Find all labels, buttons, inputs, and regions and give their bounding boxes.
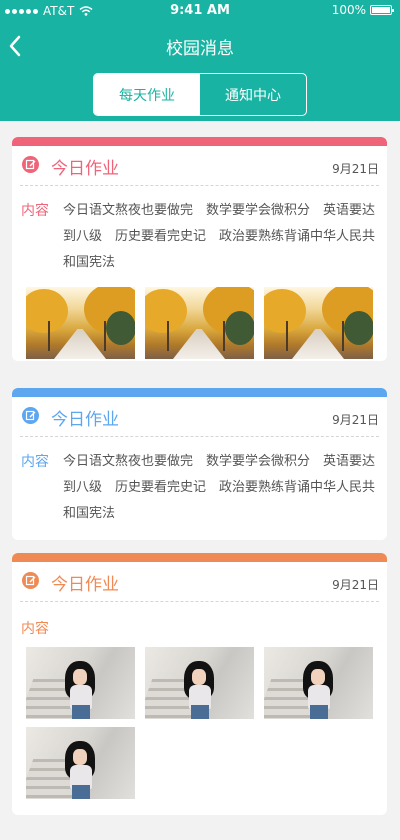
card-accent-bar xyxy=(12,553,387,562)
card-accent-bar xyxy=(12,388,387,397)
card-title: 今日作业 xyxy=(51,159,119,179)
header: AT&T 9:41 AM 100% 校园消息 每天作业 通知中心 xyxy=(0,0,400,121)
card-title: 今日作业 xyxy=(51,575,119,595)
battery-percent: 100% xyxy=(331,3,366,17)
content-label: 内容 xyxy=(21,454,49,470)
edit-icon xyxy=(22,156,39,173)
portrait-photo[interactable] xyxy=(145,647,254,719)
segmented-control: 每天作业 通知中心 xyxy=(93,73,307,116)
homework-card[interactable]: 今日作业 9月21日 内容 今日语文熬夜也要做完 数学要学会微积分 英语要达到八… xyxy=(12,388,387,540)
content-label: 内容 xyxy=(21,203,49,219)
portrait-photo[interactable] xyxy=(26,647,135,719)
card-date: 9月21日 xyxy=(332,413,379,427)
tab-daily-homework[interactable]: 每天作业 xyxy=(94,74,200,115)
card-accent-bar xyxy=(12,137,387,146)
homework-card[interactable]: 今日作业 9月21日 内容 今日语文熬夜也要做完 数学要学会微积分 英语要达到八… xyxy=(12,137,387,361)
edit-icon xyxy=(22,572,39,589)
content-label: 内容 xyxy=(21,621,49,637)
status-bar: AT&T 9:41 AM 100% xyxy=(0,0,400,22)
edit-icon xyxy=(22,407,39,424)
tab-notification-center[interactable]: 通知中心 xyxy=(200,74,306,115)
homework-card[interactable]: 今日作业 9月21日 内容 xyxy=(12,553,387,815)
card-title: 今日作业 xyxy=(51,410,119,430)
card-date: 9月21日 xyxy=(332,162,379,176)
battery-icon xyxy=(370,5,394,15)
autumn-photo[interactable] xyxy=(26,287,135,359)
card-date: 9月21日 xyxy=(332,578,379,592)
content-text: 今日语文熬夜也要做完 数学要学会微积分 英语要达到八级 历史要看完史记 政治要熟… xyxy=(63,454,376,521)
page-title: 校园消息 xyxy=(166,39,234,59)
portrait-photo[interactable] xyxy=(26,727,135,799)
content-text: 今日语文熬夜也要做完 数学要学会微积分 英语要达到八级 历史要看完史记 政治要熟… xyxy=(63,203,376,270)
autumn-photo[interactable] xyxy=(145,287,254,359)
portrait-photo[interactable] xyxy=(264,647,373,719)
autumn-photo[interactable] xyxy=(264,287,373,359)
